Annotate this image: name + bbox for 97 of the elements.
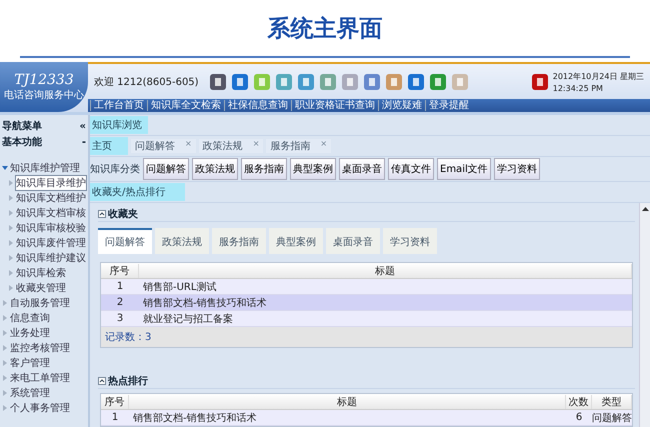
- column-header: 标题: [139, 264, 632, 278]
- tree-item[interactable]: 信息查询: [2, 310, 86, 325]
- tab[interactable]: 学习资料: [383, 228, 437, 254]
- collapsed-triangle-icon: [2, 300, 8, 306]
- collapse-button[interactable]: «: [80, 120, 86, 132]
- tree-item[interactable]: 知识库废件管理: [2, 235, 86, 250]
- tree-item[interactable]: 系统管理: [2, 385, 86, 400]
- table-cell-text: 销售部文档-销售技巧和话术: [132, 412, 258, 424]
- nav-link[interactable]: 知识库全文检索: [147, 100, 224, 111]
- tree-item[interactable]: 来电工单管理: [2, 370, 86, 385]
- category-button[interactable]: 学习资料: [494, 158, 540, 180]
- category-button[interactable]: 桌面录音: [339, 158, 385, 180]
- collapsed-triangle-icon: [8, 270, 14, 276]
- collapsed-triangle-icon: [8, 180, 14, 186]
- table-cell-text: 2: [116, 297, 124, 308]
- category-button[interactable]: 服务指南: [241, 158, 287, 180]
- time-text: 12:34:25 PM: [552, 84, 604, 92]
- collapsed-triangle-icon: [2, 360, 8, 366]
- open-tab[interactable]: 问题解答 ×: [131, 139, 196, 153]
- nav-link[interactable]: 社保信息查询: [224, 100, 291, 111]
- nav-link[interactable]: 登录提醒: [425, 100, 472, 111]
- table-row[interactable]: 1 销售部文档-销售技巧和话术 6 问题解答: [101, 410, 632, 426]
- table-cell-text: 销售部-URL测试: [142, 280, 218, 294]
- category-button[interactable]: 传真文件: [388, 158, 434, 180]
- tree-item[interactable]: 知识库维护建议: [2, 250, 86, 265]
- column-header: 类型: [592, 394, 632, 408]
- collapse-icon[interactable]: [98, 210, 106, 218]
- table-cell-text: 6: [574, 412, 584, 423]
- nav-link[interactable]: 浏览疑难: [378, 100, 425, 111]
- tab[interactable]: 典型案例: [269, 228, 323, 254]
- tree-item[interactable]: 知识库检索: [2, 265, 86, 280]
- tree-item[interactable]: 知识库维护管理: [2, 160, 86, 175]
- logo-subtitle: 电话咨询服务中心: [4, 88, 84, 102]
- tree-item[interactable]: 自动服务管理: [2, 295, 86, 310]
- tree-item[interactable]: 业务处理: [2, 325, 86, 340]
- column-header: 标题: [129, 394, 566, 408]
- collapsed-triangle-icon: [8, 284, 14, 290]
- column-header: 序号: [101, 264, 139, 278]
- table-cell-text: 1: [110, 412, 120, 423]
- section-title: 收藏夹: [108, 208, 138, 221]
- sidebar-title: 导航菜单: [2, 119, 42, 133]
- nav-link[interactable]: 工作台首页: [90, 100, 147, 111]
- nav-link[interactable]: 职业资格证书查询: [291, 100, 378, 111]
- tree-item[interactable]: 客户管理: [2, 355, 86, 370]
- collapsed-triangle-icon: [8, 254, 14, 260]
- tab[interactable]: 桌面录音: [326, 228, 380, 254]
- table-cell-text: 就业登记与招工备案: [142, 312, 234, 326]
- open-tab[interactable]: 政策法规 ×: [198, 139, 264, 153]
- tab[interactable]: 问题解答: [98, 228, 152, 254]
- table-cell-text: 问题解答: [592, 412, 632, 424]
- collapsed-triangle-icon: [8, 210, 14, 216]
- table-row[interactable]: 1 销售部-URL测试: [101, 279, 632, 295]
- collapsed-triangle-icon: [8, 224, 14, 230]
- collapsed-triangle-icon: [2, 390, 8, 396]
- collapsed-triangle-icon: [2, 374, 8, 380]
- table-cell-text: 3: [116, 313, 124, 324]
- favorites-link[interactable]: 收藏夹/热点排行: [90, 183, 186, 201]
- tree-item[interactable]: 收藏夹管理: [2, 280, 86, 295]
- welcome-text: 欢迎 1212(8605-605): [94, 76, 199, 88]
- home-tab[interactable]: 主页: [90, 137, 128, 155]
- section-title: 基本功能: [2, 136, 42, 149]
- tree-item[interactable]: 知识库文档维护: [2, 190, 86, 205]
- open-tab[interactable]: 服务指南 ×: [266, 139, 332, 153]
- collapse-icon[interactable]: [98, 377, 106, 385]
- category-button[interactable]: 政策法规: [192, 158, 238, 180]
- tab[interactable]: 服务指南: [212, 228, 266, 254]
- tree-item[interactable]: 知识库审核校验: [2, 220, 86, 235]
- collapsed-triangle-icon: [8, 240, 14, 246]
- category-label: 知识库分类: [90, 162, 140, 176]
- tab[interactable]: 政策法规: [155, 228, 209, 254]
- scroll-up-icon[interactable]: [642, 206, 648, 212]
- breadcrumb: 知识库浏览: [90, 116, 148, 134]
- category-button[interactable]: 问题解答: [143, 158, 189, 180]
- expanded-triangle-icon: [2, 164, 8, 170]
- section-title: 热点排行: [108, 374, 148, 388]
- scrollbar[interactable]: [639, 203, 650, 427]
- tree-item[interactable]: 知识库文档审核: [2, 205, 86, 220]
- date-text: 2012年10月24日 星期三: [552, 70, 644, 82]
- collapsed-triangle-icon: [2, 344, 8, 350]
- page-title: 系统主界面: [268, 14, 382, 44]
- column-header: 序号: [101, 394, 129, 408]
- logo-title: TJ12333: [14, 72, 74, 88]
- tree-item[interactable]: 监控考核管理: [2, 340, 86, 355]
- category-button[interactable]: Email文件: [437, 158, 491, 180]
- table-cell-text: 销售部文档-销售技巧和话术: [142, 296, 268, 310]
- table-row[interactable]: 3 就业登记与招工备案: [101, 311, 632, 327]
- record-count: 记录数：3: [101, 327, 632, 347]
- category-button[interactable]: 典型案例: [290, 158, 336, 180]
- collapsed-triangle-icon: [2, 330, 8, 336]
- collapsed-triangle-icon: [2, 404, 8, 410]
- collapsed-triangle-icon: [8, 194, 14, 200]
- column-header: 次数: [566, 394, 592, 408]
- collapsed-triangle-icon: [2, 314, 8, 320]
- section-toggle[interactable]: -: [82, 136, 86, 148]
- tree-item[interactable]: 个人事务管理: [2, 400, 86, 415]
- table-row[interactable]: 2 销售部文档-销售技巧和话术: [101, 295, 632, 311]
- table-cell-text: 1: [116, 281, 124, 292]
